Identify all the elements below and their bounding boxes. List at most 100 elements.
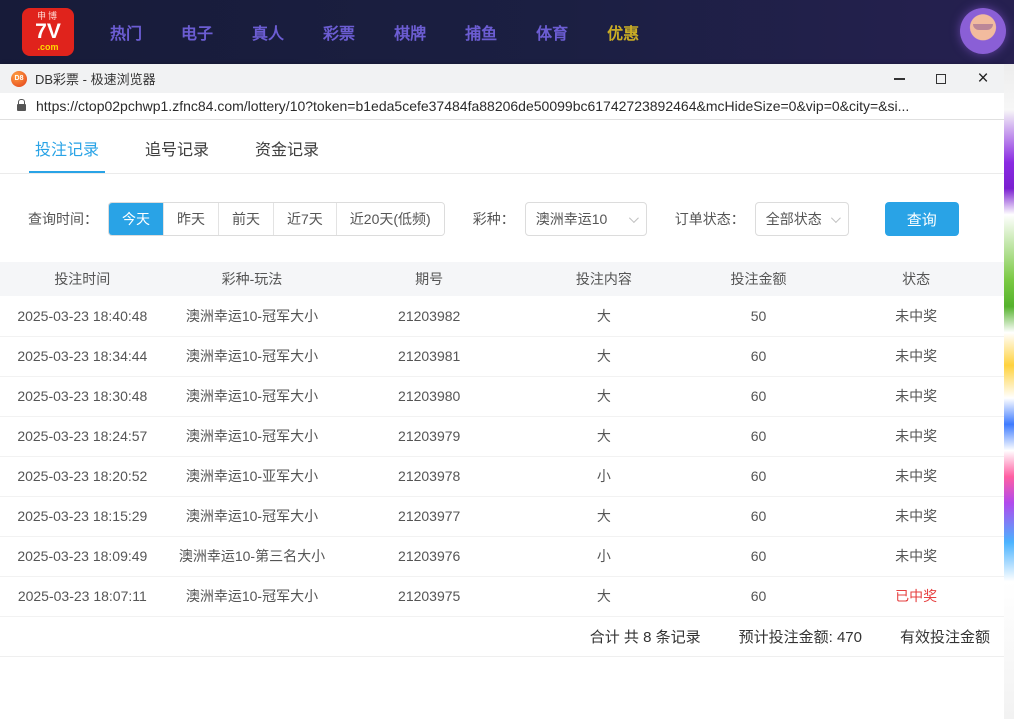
lock-icon xyxy=(17,104,26,111)
table-cell: 60 xyxy=(689,376,829,416)
time-filter-昨天[interactable]: 昨天 xyxy=(163,203,218,235)
close-icon: × xyxy=(977,69,988,88)
column-header: 状态 xyxy=(828,262,1004,296)
summary-bar: 合计 共 8 条记录 预计投注金额: 470 有效投注金额 xyxy=(0,617,1004,657)
status-select-value: 全部状态 xyxy=(766,209,822,229)
table-cell: 60 xyxy=(689,456,829,496)
table-cell: 大 xyxy=(519,376,689,416)
table-cell: 2025-03-23 18:24:57 xyxy=(0,416,165,456)
table-cell: 60 xyxy=(689,536,829,576)
table-cell: 60 xyxy=(689,416,829,456)
column-header: 投注内容 xyxy=(519,262,689,296)
tab-追号记录[interactable]: 追号记录 xyxy=(145,128,209,173)
filter-bar: 查询时间： 今天昨天前天近7天近20天(低频) 彩种： 澳洲幸运10 订单状态：… xyxy=(28,202,1004,236)
lottery-select-value: 澳洲幸运10 xyxy=(536,209,608,229)
search-button[interactable]: 查询 xyxy=(885,202,959,236)
table-cell: 澳洲幸运10-冠军大小 xyxy=(165,336,340,376)
table-cell: 小 xyxy=(519,456,689,496)
table-cell: 大 xyxy=(519,576,689,616)
table-cell: 60 xyxy=(689,336,829,376)
table-cell: 澳洲幸运10-第三名大小 xyxy=(165,536,340,576)
table-cell: 澳洲幸运10-亚军大小 xyxy=(165,456,340,496)
table-cell: 21203982 xyxy=(339,296,519,336)
table-cell: 澳洲幸运10-冠军大小 xyxy=(165,576,340,616)
table-row: 2025-03-23 18:40:48澳洲幸运10-冠军大小21203982大5… xyxy=(0,296,1004,336)
table-header-row: 投注时间彩种-玩法期号投注内容投注金额状态 xyxy=(0,262,1004,296)
nav-item-捕鱼[interactable]: 捕鱼 xyxy=(465,20,497,44)
minimize-icon xyxy=(894,78,905,80)
nav-item-棋牌[interactable]: 棋牌 xyxy=(394,20,426,44)
table-cell: 澳洲幸运10-冠军大小 xyxy=(165,416,340,456)
nav-item-优惠[interactable]: 优惠 xyxy=(607,20,639,44)
record-tabs: 投注记录 追号记录 资金记录 xyxy=(0,128,1004,174)
address-bar[interactable]: https://ctop02pchwp1.zfnc84.com/lottery/… xyxy=(0,93,1004,120)
time-filter-group: 今天昨天前天近7天近20天(低频) xyxy=(108,202,445,236)
table-cell: 21203977 xyxy=(339,496,519,536)
table-cell: 大 xyxy=(519,496,689,536)
tab-投注记录[interactable]: 投注记录 xyxy=(35,128,99,173)
table-cell: 2025-03-23 18:20:52 xyxy=(0,456,165,496)
table-cell: 21203979 xyxy=(339,416,519,456)
tab-资金记录[interactable]: 资金记录 xyxy=(255,128,319,173)
maximize-button[interactable] xyxy=(920,64,962,93)
table-row: 2025-03-23 18:09:49澳洲幸运10-第三名大小21203976小… xyxy=(0,536,1004,576)
time-filter-近7天[interactable]: 近7天 xyxy=(273,203,336,235)
table-cell: 未中奖 xyxy=(828,336,1004,376)
table-cell: 大 xyxy=(519,336,689,376)
minimize-button[interactable] xyxy=(878,64,920,93)
table-cell: 2025-03-23 18:34:44 xyxy=(0,336,165,376)
logo-text-suffix: .com xyxy=(37,43,58,52)
nav-item-真人[interactable]: 真人 xyxy=(252,20,284,44)
user-avatar[interactable] xyxy=(960,8,1006,54)
time-filter-前天[interactable]: 前天 xyxy=(218,203,273,235)
table-cell: 21203975 xyxy=(339,576,519,616)
nav-item-热门[interactable]: 热门 xyxy=(110,20,142,44)
table-row: 2025-03-23 18:20:52澳洲幸运10-亚军大小21203978小6… xyxy=(0,456,1004,496)
table-cell: 澳洲幸运10-冠军大小 xyxy=(165,376,340,416)
table-cell: 50 xyxy=(689,296,829,336)
time-filter-label: 查询时间： xyxy=(28,209,98,229)
table-cell: 2025-03-23 18:07:11 xyxy=(0,576,165,616)
table-cell: 21203976 xyxy=(339,536,519,576)
lottery-select[interactable]: 澳洲幸运10 xyxy=(525,202,647,236)
time-filter-今天[interactable]: 今天 xyxy=(109,203,163,235)
table-cell: 未中奖 xyxy=(828,416,1004,456)
bet-records-table: 投注时间彩种-玩法期号投注内容投注金额状态 2025-03-23 18:40:4… xyxy=(0,262,1004,617)
table-cell: 澳洲幸运10-冠军大小 xyxy=(165,296,340,336)
table-cell: 2025-03-23 18:40:48 xyxy=(0,296,165,336)
table-cell: 21203978 xyxy=(339,456,519,496)
nav-item-彩票[interactable]: 彩票 xyxy=(323,20,355,44)
url-text[interactable]: https://ctop02pchwp1.zfnc84.com/lottery/… xyxy=(36,98,909,114)
table-cell: 澳洲幸运10-冠军大小 xyxy=(165,496,340,536)
nav-item-体育[interactable]: 体育 xyxy=(536,20,568,44)
column-header: 投注时间 xyxy=(0,262,165,296)
column-header: 投注金额 xyxy=(689,262,829,296)
table-cell: 未中奖 xyxy=(828,456,1004,496)
time-filter-近20天(低频)[interactable]: 近20天(低频) xyxy=(336,203,444,235)
main-nav: 热门 电子 真人 彩票 棋牌 捕鱼 体育 优惠 xyxy=(110,20,639,44)
column-header: 期号 xyxy=(339,262,519,296)
summary-total: 合计 共 8 条记录 xyxy=(590,626,701,647)
window-title-bar: D8 DB彩票 - 极速浏览器 × xyxy=(0,64,1004,93)
logo-text-big: 7V xyxy=(35,21,61,43)
close-button[interactable]: × xyxy=(962,64,1004,93)
window-title: DB彩票 - 极速浏览器 xyxy=(35,69,156,88)
lottery-filter-label: 彩种： xyxy=(473,209,515,229)
nav-item-电子[interactable]: 电子 xyxy=(181,20,213,44)
order-status-select[interactable]: 全部状态 xyxy=(755,202,849,236)
table-cell: 2025-03-23 18:09:49 xyxy=(0,536,165,576)
table-cell: 大 xyxy=(519,416,689,456)
table-cell: 2025-03-23 18:30:48 xyxy=(0,376,165,416)
summary-valid-amount: 有效投注金额 xyxy=(900,626,990,647)
table-row: 2025-03-23 18:15:29澳洲幸运10-冠军大小21203977大6… xyxy=(0,496,1004,536)
column-header: 彩种-玩法 xyxy=(165,262,340,296)
browser-window: D8 DB彩票 - 极速浏览器 × https://ctop02pchwp1.z… xyxy=(0,64,1004,719)
table-row: 2025-03-23 18:30:48澳洲幸运10-冠军大小21203980大6… xyxy=(0,376,1004,416)
summary-expected-amount: 预计投注金额: 470 xyxy=(739,626,862,647)
table-cell: 未中奖 xyxy=(828,536,1004,576)
table-row: 2025-03-23 18:34:44澳洲幸运10-冠军大小21203981大6… xyxy=(0,336,1004,376)
table-cell: 大 xyxy=(519,296,689,336)
screen: 申博 7V .com 热门 电子 真人 彩票 棋牌 捕鱼 体育 优惠 D8 DB彩票 - 极速… xyxy=(0,0,1014,719)
maximize-icon xyxy=(936,74,946,84)
site-logo[interactable]: 申博 7V .com xyxy=(22,8,74,56)
